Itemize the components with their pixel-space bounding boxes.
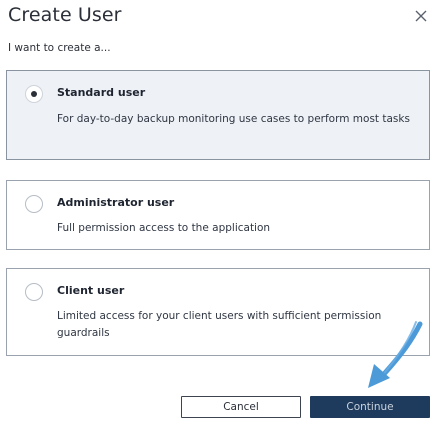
option-client-user[interactable]: Client user Limited access for your clie…	[6, 268, 430, 356]
dialog-subtitle: I want to create a...	[8, 42, 111, 54]
option-description: Full permission access to the applicatio…	[57, 222, 271, 234]
radio-standard-user[interactable]	[25, 85, 43, 103]
continue-button[interactable]: Continue	[310, 396, 430, 418]
close-icon[interactable]	[414, 9, 428, 23]
dialog-title: Create User	[8, 4, 122, 26]
option-title: Administrator user	[57, 196, 175, 209]
option-standard-user[interactable]: Standard user For day-to-day backup moni…	[6, 70, 430, 160]
radio-client-user[interactable]	[25, 283, 43, 301]
option-description: Limited access for your client users wit…	[57, 310, 382, 339]
radio-administrator-user[interactable]	[25, 195, 43, 213]
option-description: For day-to-day backup monitoring use cas…	[57, 113, 410, 125]
option-title: Standard user	[57, 86, 146, 99]
option-title: Client user	[57, 284, 125, 297]
cancel-button[interactable]: Cancel	[181, 396, 301, 418]
option-administrator-user[interactable]: Administrator user Full permission acces…	[6, 180, 430, 250]
radio-selected-dot	[31, 91, 37, 97]
